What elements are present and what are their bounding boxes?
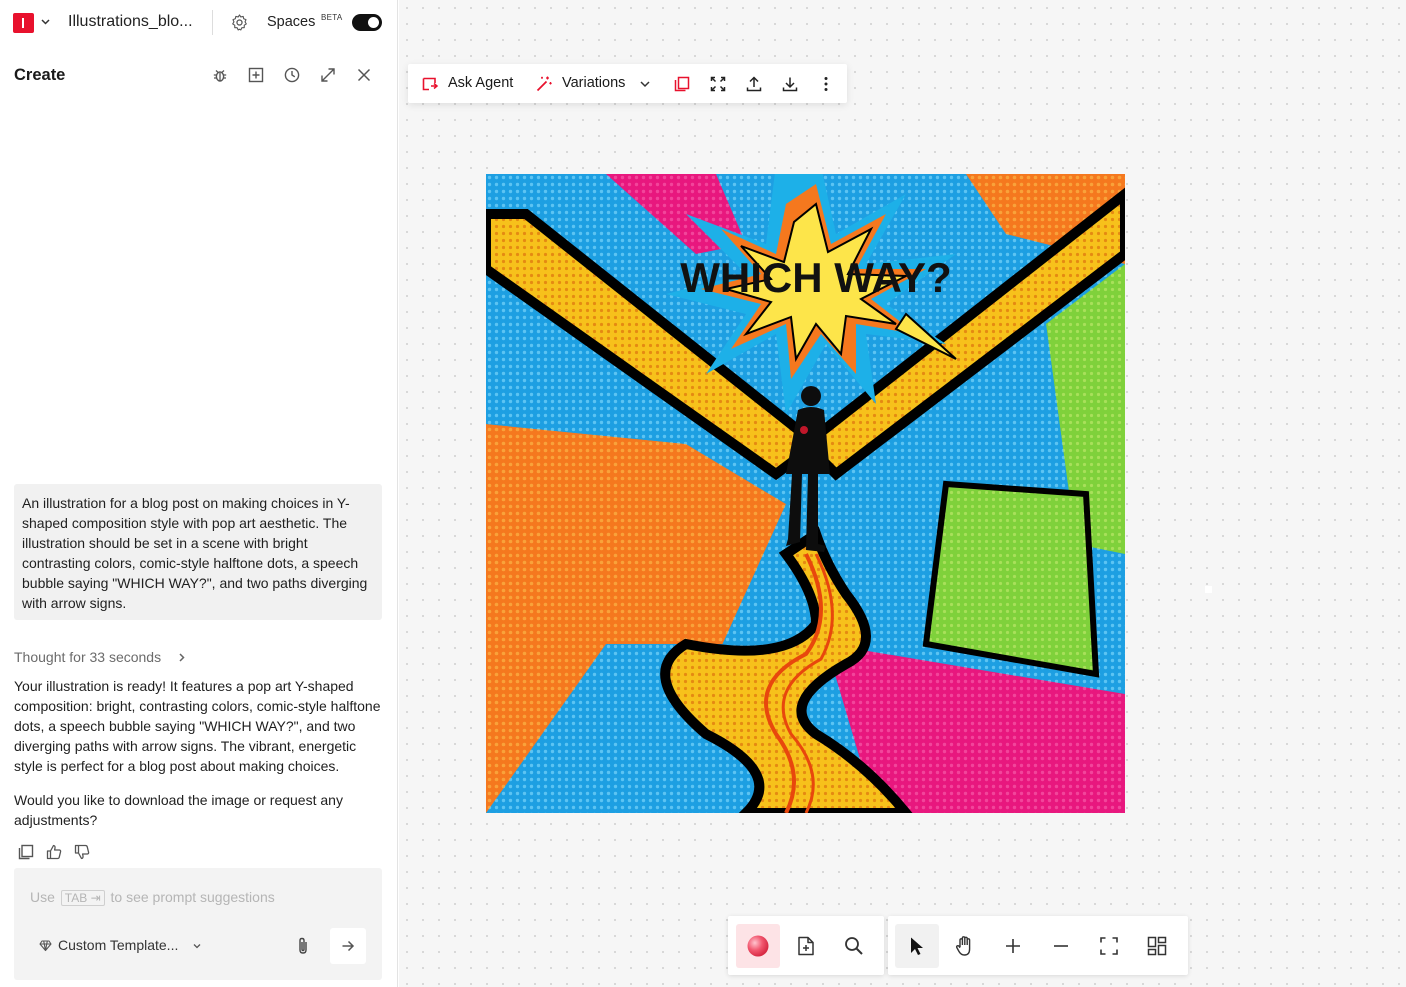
- top-bar: Illustrations_blo... Spaces BETA: [0, 0, 398, 46]
- copy-icon[interactable]: [17, 843, 35, 861]
- ask-agent-button[interactable]: Ask Agent: [448, 75, 513, 91]
- grid-icon: [1147, 936, 1167, 956]
- arrow-right-icon: [342, 940, 355, 952]
- variations-button[interactable]: Variations: [562, 75, 625, 91]
- search-button[interactable]: [832, 924, 876, 968]
- tab-key-badge: TAB ⇥: [60, 890, 105, 906]
- hand-icon: [955, 936, 971, 956]
- file-title[interactable]: Illustrations_blo...: [68, 13, 208, 31]
- fullscreen-icon: [1100, 937, 1118, 955]
- chevron-down-icon[interactable]: [40, 16, 51, 27]
- agent-response: Your illustration is ready! It features …: [14, 678, 381, 774]
- hint-suffix: to see prompt suggestions: [110, 889, 275, 905]
- layout-grid-button[interactable]: [1135, 924, 1179, 968]
- generated-image[interactable]: WHICH WAY?: [486, 174, 1125, 813]
- bottom-toolbar-right: [888, 916, 1188, 975]
- canvas[interactable]: Ask Agent Variations WHICH WAY?: [399, 0, 1406, 987]
- chevron-down-icon[interactable]: [192, 941, 202, 951]
- agent-followup: Would you like to download the image or …: [14, 792, 343, 828]
- hand-tool-button[interactable]: [943, 924, 987, 968]
- custom-template-dropdown[interactable]: Custom Template...: [58, 937, 178, 953]
- add-page-icon: [798, 936, 814, 956]
- chevron-right-icon[interactable]: [176, 652, 187, 663]
- chevron-down-icon[interactable]: [639, 78, 651, 90]
- paperclip-icon[interactable]: [296, 936, 310, 956]
- download-icon[interactable]: [781, 75, 799, 93]
- prompt-input[interactable]: Use TAB ⇥ to see prompt suggestions Cust…: [14, 868, 382, 980]
- zoom-out-button[interactable]: [1039, 924, 1083, 968]
- panel-title: Create: [14, 66, 66, 84]
- add-frame-icon[interactable]: [247, 66, 265, 84]
- plus-icon: [1006, 939, 1020, 953]
- create-panel: Illustrations_blo... Spaces BETA Create: [0, 0, 398, 987]
- ai-orb-button[interactable]: [736, 924, 780, 968]
- close-icon[interactable]: [355, 66, 373, 84]
- pop-art-illustration: WHICH WAY?: [486, 174, 1125, 813]
- ask-agent-icon[interactable]: [421, 75, 439, 93]
- user-prompt-bubble: An illustration for a blog post on makin…: [14, 484, 382, 620]
- fit-screen-button[interactable]: [1087, 924, 1131, 968]
- fit-frame-icon[interactable]: [709, 75, 727, 93]
- cursor-icon: [911, 937, 923, 955]
- image-toolbar: Ask Agent Variations: [408, 64, 847, 103]
- thumbs-down-icon[interactable]: [73, 843, 91, 861]
- diamond-icon: [39, 940, 52, 952]
- new-page-button[interactable]: [784, 924, 828, 968]
- zoom-in-button[interactable]: [991, 924, 1035, 968]
- speech-bubble-text: WHICH WAY?: [680, 254, 951, 301]
- magic-wand-icon[interactable]: [535, 75, 553, 93]
- spaces-label: Spaces: [267, 14, 316, 30]
- divider: [212, 10, 213, 35]
- hint-prefix: Use: [30, 889, 55, 905]
- history-icon[interactable]: [283, 66, 301, 84]
- send-button[interactable]: [330, 928, 366, 964]
- upload-icon[interactable]: [745, 75, 763, 93]
- thumbs-up-icon[interactable]: [45, 843, 63, 861]
- more-options-icon[interactable]: [817, 75, 835, 93]
- input-hint: Use TAB ⇥ to see prompt suggestions: [30, 889, 275, 906]
- expand-icon[interactable]: [319, 66, 337, 84]
- minus-icon: [1054, 945, 1068, 947]
- duplicate-icon[interactable]: [673, 75, 691, 93]
- search-icon: [845, 937, 863, 955]
- spaces-toggle[interactable]: [352, 14, 382, 31]
- canvas-marker: [1205, 586, 1212, 593]
- gear-icon[interactable]: [230, 13, 249, 32]
- beta-badge: BETA: [321, 13, 343, 22]
- app-logo[interactable]: [13, 13, 34, 33]
- pink-orb-icon: [747, 935, 769, 957]
- bottom-toolbar-left: [728, 916, 884, 975]
- select-tool-button[interactable]: [895, 924, 939, 968]
- thought-toggle[interactable]: Thought for 33 seconds: [14, 649, 161, 665]
- bug-icon[interactable]: [211, 66, 229, 84]
